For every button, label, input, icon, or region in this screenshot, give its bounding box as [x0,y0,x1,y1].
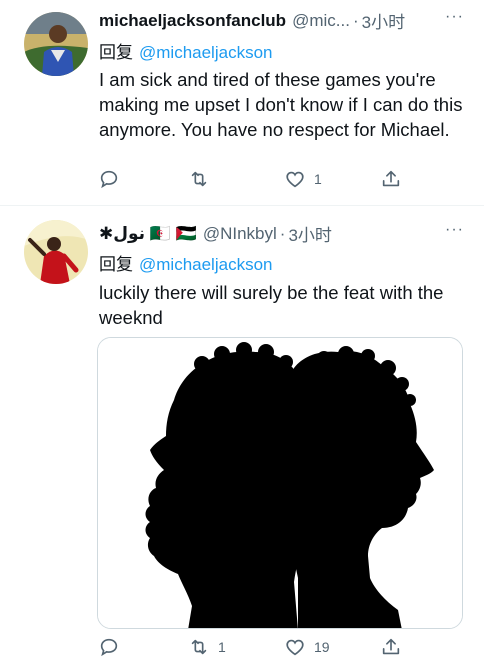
reply-button[interactable] [98,168,128,190]
like-count: 19 [314,639,330,655]
display-name[interactable]: ✱نول 🇩🇿 🇵🇸 [99,224,197,244]
avatar[interactable] [24,220,88,284]
like-icon [286,639,304,656]
user-handle[interactable]: @mic... [292,11,350,31]
reply-icon [100,638,118,657]
tweet-actions: 1 19 [88,636,418,660]
tweet[interactable]: ✱نول 🇩🇿 🇵🇸 @NInkbyl · 3小时 ··· 回复 @michael… [0,205,484,661]
more-icon[interactable]: ··· [445,8,464,26]
like-button[interactable]: 1 [284,168,322,190]
retweet-icon [191,639,207,655]
avatar[interactable] [24,12,88,76]
tweet-header: michaeljacksonfanclub @mic... · 3小时 [99,8,405,33]
share-icon [382,638,400,655]
more-icon[interactable]: ··· [445,221,464,239]
reply-mention-link[interactable]: @michaeljackson [139,43,272,62]
reply-context: 回复 @michaeljackson [99,250,272,275]
reply-button[interactable] [98,636,128,658]
reply-prefix: 回复 [99,43,133,62]
tweet-header: ✱نول 🇩🇿 🇵🇸 @NInkbyl · 3小时 [99,221,332,246]
tweet-text: luckily there will surely be the feat wi… [99,282,444,328]
like-button[interactable]: 19 [284,636,330,658]
silhouette-image [98,338,462,628]
timestamp[interactable]: 3小时 [288,221,331,246]
user-handle[interactable]: @NInkbyl [203,224,277,244]
tweet-image[interactable] [97,337,463,629]
share-button[interactable] [380,168,402,190]
timestamp[interactable]: 3小时 [362,8,405,33]
tweet-actions: 1 [88,168,418,192]
retweet-icon [191,171,207,187]
reply-prefix: 回复 [99,255,133,274]
like-icon [286,171,304,188]
tweet-text: I am sick and tired of these games you'r… [99,69,463,140]
tweet[interactable]: michaeljacksonfanclub @mic... · 3小时 ··· … [0,0,484,205]
like-count: 1 [314,171,322,187]
retweet-button[interactable] [188,168,218,190]
reply-icon [100,170,118,189]
share-icon [382,170,400,187]
reply-mention-link[interactable]: @michaeljackson [139,255,272,274]
display-name[interactable]: michaeljacksonfanclub [99,11,286,31]
separator-dot: · [279,223,286,243]
share-button[interactable] [380,636,402,658]
separator-dot: · [352,10,359,30]
retweet-button[interactable]: 1 [188,636,226,658]
retweet-count: 1 [218,639,226,655]
reply-context: 回复 @michaeljackson [99,38,272,63]
